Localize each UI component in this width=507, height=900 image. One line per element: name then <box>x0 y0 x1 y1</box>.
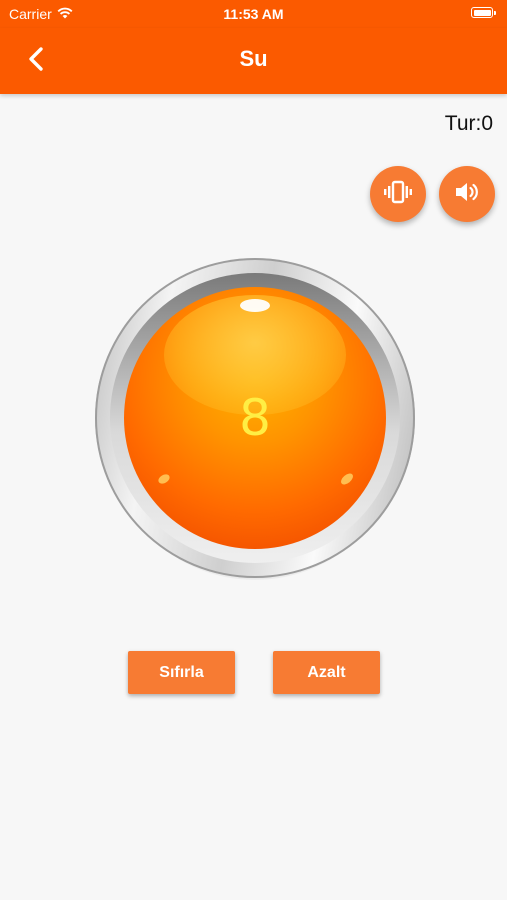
decrease-button[interactable]: Azalt <box>273 651 380 694</box>
battery-icon <box>471 7 496 18</box>
sound-toggle-button[interactable] <box>439 166 495 222</box>
counter-face: 8 <box>124 287 386 549</box>
page-title: Su <box>239 46 268 71</box>
status-time: 11:53 AM <box>223 6 284 22</box>
vibrate-toggle-button[interactable] <box>370 166 426 222</box>
reset-button[interactable]: Sıfırla <box>128 651 235 694</box>
speaker-icon <box>453 179 481 210</box>
counter-button[interactable]: 8 <box>95 258 415 580</box>
round-count: Tur:0 <box>444 112 493 135</box>
counter-value: 8 <box>239 389 271 447</box>
navigation-bar: Su <box>0 28 507 94</box>
vibrate-icon <box>383 179 413 210</box>
status-bar: Carrier 11:53 AM <box>0 0 507 28</box>
